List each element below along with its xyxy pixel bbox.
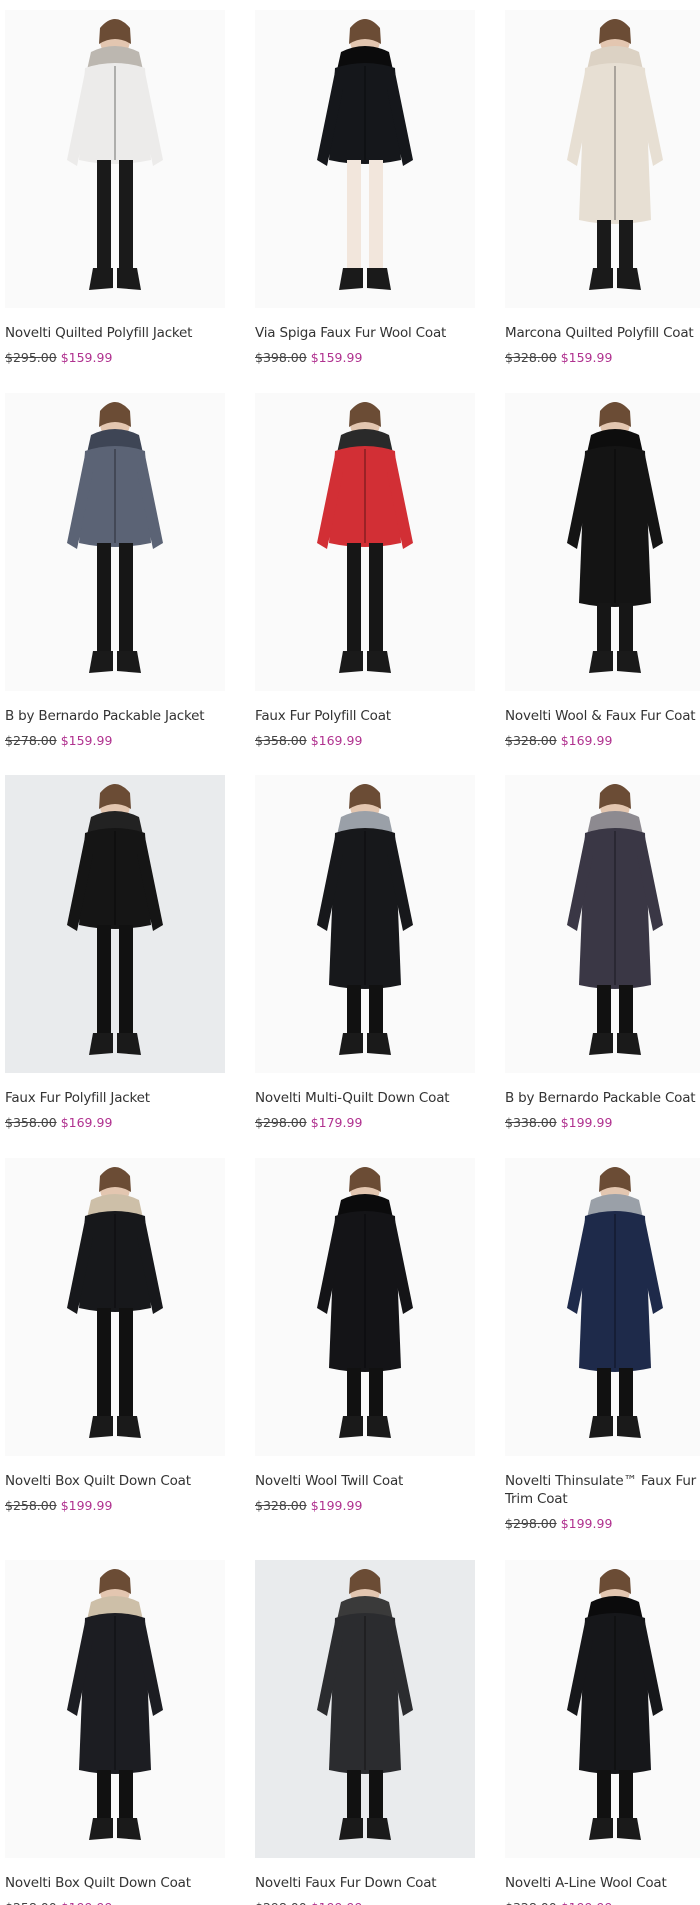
original-price: $298.00	[505, 1516, 557, 1531]
product-name-link[interactable]: Novelti Wool Twill Coat	[255, 1472, 460, 1490]
product-name-link[interactable]: Novelti Thinsulate™ Faux Fur Trim Coat	[505, 1472, 700, 1508]
sale-price: $199.99	[560, 1115, 613, 1130]
product-image[interactable]	[5, 1158, 225, 1456]
product-card[interactable]: Novelti Box Quilt Down Coat $258.00 $199.9…	[5, 1560, 235, 1905]
product-image[interactable]	[255, 1158, 475, 1456]
original-price: $298.00	[255, 1115, 307, 1130]
product-name-link[interactable]: Faux Fur Polyfill Jacket	[5, 1089, 210, 1107]
original-price: $398.00	[255, 350, 307, 365]
original-price: $298.00	[255, 1900, 307, 1905]
product-image[interactable]	[255, 1560, 475, 1858]
product-card[interactable]: Novelti Wool & Faux Fur Coat $328.00 $169.…	[505, 393, 700, 748]
product-name-link[interactable]: Novelti Wool & Faux Fur Coat	[505, 707, 700, 725]
product-image[interactable]	[505, 1158, 700, 1456]
sale-price: $159.99	[560, 350, 613, 365]
product-price: $358.00 $169.99	[255, 733, 485, 748]
product-card[interactable]: Novelti Multi-Quilt Down Coat $298.00 $179…	[255, 775, 485, 1130]
product-card[interactable]: B by Bernardo Packable Jacket $278.00 $159…	[5, 393, 235, 748]
product-name-link[interactable]: B by Bernardo Packable Jacket	[5, 707, 210, 725]
original-price: $338.00	[505, 1115, 557, 1130]
product-card[interactable]: Novelti A-Line Wool Coat $328.00 $199.99	[505, 1560, 700, 1905]
product-card[interactable]: Marcona Quilted Polyfill Coat $328.00 $159…	[505, 10, 700, 365]
sale-price: $199.99	[560, 1516, 613, 1531]
product-name-link[interactable]: Novelti Multi-Quilt Down Coat	[255, 1089, 460, 1107]
sale-price: $199.99	[60, 1498, 113, 1513]
product-price: $328.00 $169.99	[505, 733, 700, 748]
original-price: $278.00	[5, 733, 57, 748]
product-price: $358.00 $169.99	[5, 1115, 235, 1130]
product-card[interactable]: Faux Fur Polyfill Coat $358.00 $169.99	[255, 393, 485, 748]
sale-price: $199.99	[561, 1900, 613, 1905]
product-name-link[interactable]: Novelti Quilted Polyfill Jacket	[5, 324, 210, 342]
original-price: $328.00	[255, 1498, 307, 1513]
product-image[interactable]	[255, 775, 475, 1073]
original-price: $328.00	[505, 1900, 557, 1905]
product-price: $328.00 $159.99	[505, 350, 700, 365]
product-card[interactable]: Via Spiga Faux Fur Wool Coat $398.00 $159.…	[255, 10, 485, 365]
product-price: $328.00 $199.99	[505, 1900, 700, 1905]
product-image[interactable]	[505, 1560, 700, 1858]
product-card[interactable]: Novelti Quilted Polyfill Jacket $295.00 $1…	[5, 10, 235, 365]
product-name-link[interactable]: Novelti Box Quilt Down Coat	[5, 1472, 210, 1490]
product-price: $298.00 $199.99	[255, 1900, 485, 1905]
original-price: $328.00	[505, 350, 557, 365]
product-name-link[interactable]: Novelti Faux Fur Down Coat	[255, 1874, 460, 1892]
product-image[interactable]	[255, 10, 475, 308]
sale-price: $199.99	[61, 1900, 113, 1905]
product-price: $258.00 $199.99	[5, 1900, 235, 1905]
original-price: $258.00	[5, 1900, 57, 1905]
product-name-link[interactable]: Marcona Quilted Polyfill Coat	[505, 324, 700, 342]
product-price: $295.00 $159.99	[5, 350, 235, 365]
product-price: $278.00 $159.99	[5, 733, 235, 748]
sale-price: $199.99	[311, 1900, 363, 1905]
product-card[interactable]: Faux Fur Polyfill Jacket $358.00 $169.99	[5, 775, 235, 1130]
product-card[interactable]: B by Bernardo Packable Coat $338.00 $199.9…	[505, 775, 700, 1130]
sale-price: $169.99	[560, 733, 613, 748]
product-card[interactable]: Novelti Wool Twill Coat $328.00 $199.99	[255, 1158, 485, 1513]
product-image[interactable]	[255, 393, 475, 691]
product-card[interactable]: Novelti Faux Fur Down Coat $298.00 $199.99	[255, 1560, 485, 1905]
product-image[interactable]	[505, 393, 700, 691]
product-card[interactable]: Novelti Box Quilt Down Coat $258.00$199.9…	[5, 1158, 235, 1513]
product-name-link[interactable]: Via Spiga Faux Fur Wool Coat	[255, 324, 460, 342]
product-name-link[interactable]: Novelti Box Quilt Down Coat	[5, 1874, 210, 1892]
sale-price: $159.99	[60, 733, 113, 748]
product-image[interactable]	[5, 1560, 225, 1858]
sale-price: $169.99	[310, 733, 363, 748]
product-price: $398.00 $159.99	[255, 350, 485, 365]
product-price: $298.00$199.99	[505, 1516, 700, 1531]
original-price: $358.00	[255, 733, 307, 748]
product-image[interactable]	[5, 10, 225, 308]
product-price: $338.00 $199.99	[505, 1115, 700, 1130]
original-price: $358.00	[5, 1115, 57, 1130]
product-image[interactable]	[5, 393, 225, 691]
original-price: $295.00	[5, 350, 57, 365]
sale-price: $199.99	[310, 1498, 363, 1513]
product-image[interactable]	[505, 775, 700, 1073]
sale-price: $159.99	[310, 350, 363, 365]
product-image[interactable]	[5, 775, 225, 1073]
product-price: $298.00 $179.99	[255, 1115, 485, 1130]
sale-price: $169.99	[60, 1115, 113, 1130]
product-name-link[interactable]: Novelti A-Line Wool Coat	[505, 1874, 700, 1892]
product-name-link[interactable]: B by Bernardo Packable Coat	[505, 1089, 700, 1107]
product-price: $258.00$199.99	[5, 1498, 235, 1513]
original-price: $258.00	[5, 1498, 57, 1513]
product-grid: Novelti Quilted Polyfill Jacket $295.00 $1…	[0, 0, 700, 1905]
product-price: $328.00$199.99	[255, 1498, 485, 1513]
original-price: $328.00	[505, 733, 557, 748]
product-image[interactable]	[505, 10, 700, 308]
sale-price: $159.99	[60, 350, 113, 365]
product-name-link[interactable]: Faux Fur Polyfill Coat	[255, 707, 460, 725]
product-card[interactable]: Novelti Thinsulate™ Faux Fur Trim Coat $2…	[505, 1158, 700, 1531]
sale-price: $179.99	[310, 1115, 363, 1130]
